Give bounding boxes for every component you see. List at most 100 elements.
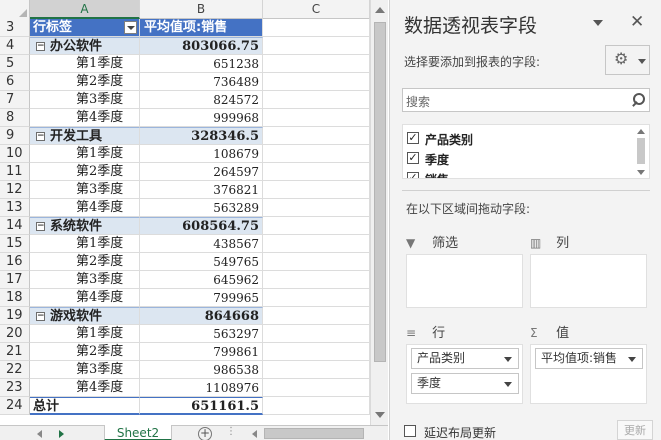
value-cell[interactable]: 563297 xyxy=(140,325,263,343)
row-header[interactable]: 20 xyxy=(0,325,30,343)
row-label-cell[interactable]: 第1季度 xyxy=(30,235,140,253)
empty-cell[interactable] xyxy=(263,163,370,181)
empty-cell[interactable] xyxy=(263,271,370,289)
value-cell[interactable]: 799965 xyxy=(140,289,263,307)
vertical-scrollbar[interactable] xyxy=(370,0,388,425)
field-search-input[interactable]: 搜索 xyxy=(402,88,650,112)
value-cell[interactable]: 864668 xyxy=(140,307,263,325)
value-header-cell[interactable]: 平均值项:销售 xyxy=(140,19,263,37)
row-label-cell[interactable]: 第2季度 xyxy=(30,253,140,271)
row-header[interactable]: 4 xyxy=(0,37,30,55)
row-header[interactable]: 18 xyxy=(0,289,30,307)
value-cell[interactable]: 264597 xyxy=(140,163,263,181)
row-header[interactable]: 21 xyxy=(0,343,30,361)
scroll-thumb[interactable] xyxy=(637,138,645,164)
value-cell[interactable]: 651238 xyxy=(140,55,263,73)
empty-cell[interactable] xyxy=(263,19,370,37)
empty-cell[interactable] xyxy=(263,397,370,415)
row-label-cell[interactable]: 第2季度 xyxy=(30,163,140,181)
column-header-a[interactable]: A xyxy=(30,0,140,19)
empty-cell[interactable] xyxy=(263,109,370,127)
row-label-cell[interactable]: 第1季度 xyxy=(30,145,140,163)
empty-cell[interactable] xyxy=(263,199,370,217)
row-header[interactable]: 5 xyxy=(0,55,30,73)
row-label-cell[interactable]: 第3季度 xyxy=(30,91,140,109)
filters-drop-zone[interactable] xyxy=(406,254,523,308)
row-label-cell[interactable]: 第2季度 xyxy=(30,73,140,91)
chevron-down-icon[interactable] xyxy=(504,357,512,362)
row-label-cell[interactable]: 第1季度 xyxy=(30,55,140,73)
row-label-cell[interactable]: − 开发工具 xyxy=(30,127,140,145)
row-header[interactable]: 19 xyxy=(0,307,30,325)
scroll-down-arrow-icon[interactable] xyxy=(637,170,645,175)
chevron-down-icon[interactable] xyxy=(504,382,512,387)
field-checkbox[interactable]: ✓ xyxy=(407,152,419,164)
empty-cell[interactable] xyxy=(263,91,370,109)
select-all-corner[interactable] xyxy=(0,0,30,19)
value-cell[interactable]: 645962 xyxy=(140,271,263,289)
tab-split-handle-icon[interactable]: ⋮ xyxy=(226,426,236,437)
column-header-c[interactable]: C xyxy=(263,0,370,19)
field-list-scrollbar[interactable] xyxy=(635,127,647,177)
add-sheet-icon[interactable]: + xyxy=(198,427,212,440)
empty-cell[interactable] xyxy=(263,217,370,235)
row-header[interactable]: 8 xyxy=(0,109,30,127)
value-cell[interactable]: 651161.5 xyxy=(140,397,263,415)
rows-field-quarter[interactable]: 季度 xyxy=(411,373,519,394)
empty-cell[interactable] xyxy=(263,235,370,253)
horizontal-scroll-thumb[interactable] xyxy=(264,428,364,439)
value-cell[interactable]: 824572 xyxy=(140,91,263,109)
collapse-toggle-icon[interactable]: − xyxy=(36,132,45,141)
search-icon[interactable] xyxy=(629,92,645,108)
update-button[interactable]: 更新 xyxy=(617,420,653,440)
empty-cell[interactable] xyxy=(263,289,370,307)
row-label-cell[interactable]: 第1季度 xyxy=(30,325,140,343)
empty-cell[interactable] xyxy=(263,379,370,397)
rows-drop-zone[interactable]: 产品类别 季度 xyxy=(406,344,523,404)
empty-cell[interactable] xyxy=(263,127,370,145)
value-cell[interactable]: 328346.5 xyxy=(140,127,263,145)
previous-sheet-icon[interactable] xyxy=(34,428,46,440)
field-checkbox[interactable]: ✓ xyxy=(407,132,419,144)
empty-cell[interactable] xyxy=(263,343,370,361)
value-cell[interactable]: 999968 xyxy=(140,109,263,127)
row-label-cell[interactable]: − 办公软件 xyxy=(30,37,140,55)
value-cell[interactable]: 1108976 xyxy=(140,379,263,397)
value-cell[interactable]: 803066.75 xyxy=(140,37,263,55)
empty-cell[interactable] xyxy=(263,253,370,271)
value-cell[interactable]: 563289 xyxy=(140,199,263,217)
row-label-cell[interactable]: − 游戏软件 xyxy=(30,307,140,325)
row-labels-cell[interactable]: 行标签 xyxy=(30,19,140,37)
row-label-cell[interactable]: 第3季度 xyxy=(30,271,140,289)
next-sheet-icon[interactable] xyxy=(56,428,68,440)
empty-cell[interactable] xyxy=(263,145,370,163)
pane-options-chevron-down-icon[interactable] xyxy=(593,20,603,26)
scroll-up-arrow-icon[interactable] xyxy=(374,4,386,16)
empty-cell[interactable] xyxy=(263,325,370,343)
close-icon[interactable]: ✕ xyxy=(630,12,644,32)
row-header[interactable]: 3 xyxy=(0,19,30,37)
column-header-b[interactable]: B xyxy=(140,0,263,19)
empty-cell[interactable] xyxy=(263,37,370,55)
scroll-left-arrow-icon[interactable] xyxy=(250,428,260,440)
row-header[interactable]: 11 xyxy=(0,163,30,181)
row-label-cell[interactable]: 第4季度 xyxy=(30,379,140,397)
row-header[interactable]: 14 xyxy=(0,217,30,235)
row-label-cell[interactable]: 第3季度 xyxy=(30,181,140,199)
value-cell[interactable]: 376821 xyxy=(140,181,263,199)
row-header[interactable]: 7 xyxy=(0,91,30,109)
empty-cell[interactable] xyxy=(263,361,370,379)
empty-cell[interactable] xyxy=(263,181,370,199)
row-header[interactable]: 13 xyxy=(0,199,30,217)
collapse-toggle-icon[interactable]: − xyxy=(36,312,45,321)
row-label-cell[interactable]: 第2季度 xyxy=(30,343,140,361)
empty-cell[interactable] xyxy=(263,55,370,73)
scroll-up-arrow-icon[interactable] xyxy=(637,129,645,134)
value-cell[interactable]: 438567 xyxy=(140,235,263,253)
chevron-down-icon[interactable] xyxy=(628,357,636,362)
columns-drop-zone[interactable] xyxy=(530,254,647,308)
field-checkbox[interactable]: ✓ xyxy=(407,172,419,178)
value-cell[interactable]: 799861 xyxy=(140,343,263,361)
value-cell[interactable]: 986538 xyxy=(140,361,263,379)
collapse-toggle-icon[interactable]: − xyxy=(36,42,45,51)
